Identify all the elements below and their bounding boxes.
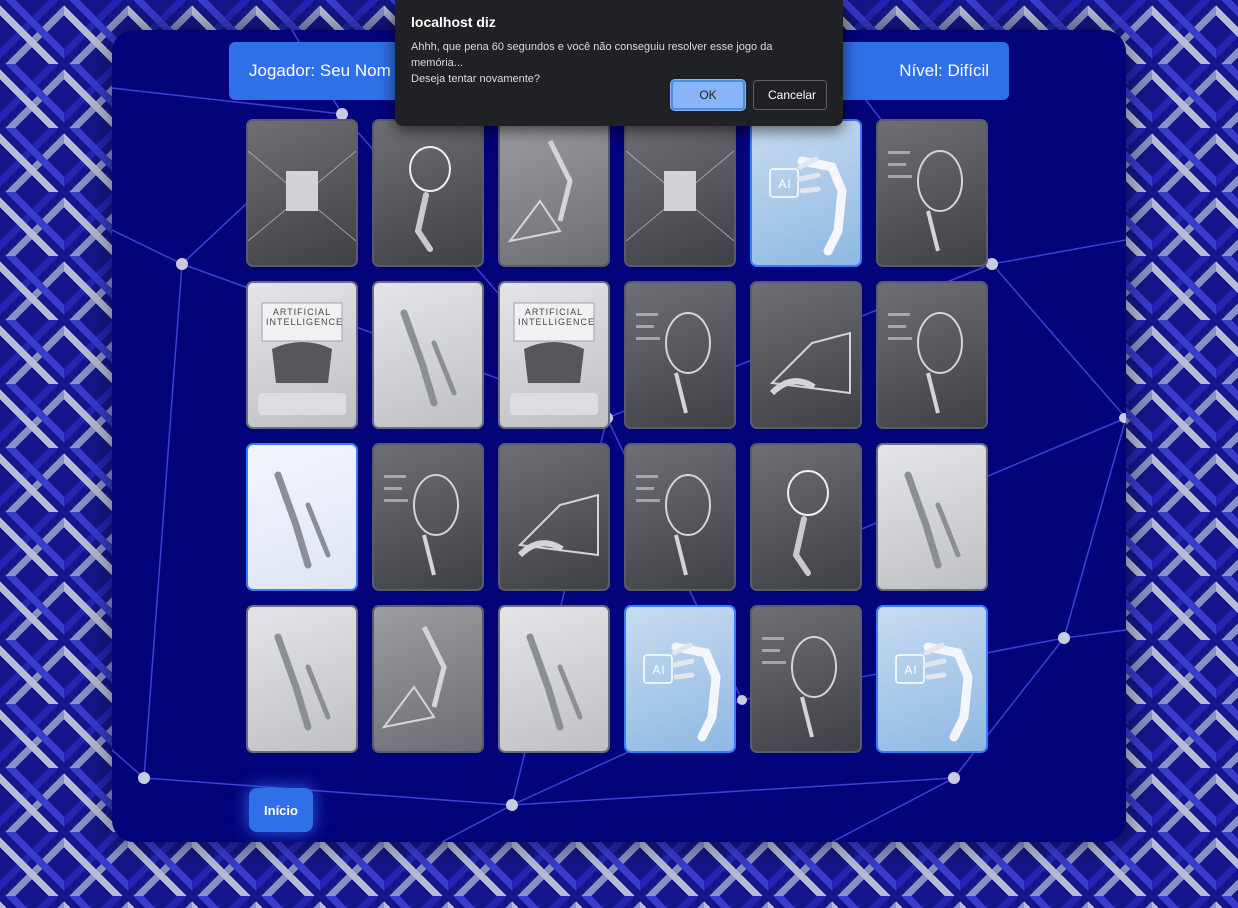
chip-city-icon [248,150,356,242]
memory-card[interactable] [876,119,988,267]
memory-card[interactable]: ARTIFICIAL INTELLIGENCE [246,281,358,429]
memory-card[interactable] [624,119,736,267]
ai-robot-hand-icon [895,642,973,742]
card-text: ARTIFICIAL INTELLIGENCE [518,307,596,327]
memory-card[interactable] [750,605,862,753]
android-dark-icon [888,312,963,414]
memory-card[interactable] [750,281,862,429]
dialog-actions: OK Cancelar [670,79,827,111]
robot-hand-brain-icon [409,146,451,252]
memory-card[interactable]: ARTIFICIAL INTELLIGENCE [498,281,610,429]
memory-card[interactable] [498,605,610,753]
memory-card[interactable]: AI [624,605,736,753]
memory-card[interactable] [498,443,610,591]
chip-city-icon [626,150,734,242]
memory-card-grid: AI ARTIFICIAL INTELLIGENCE ARTIFICIAL INTE… [246,119,988,753]
memory-card[interactable]: AI [750,119,862,267]
memory-card[interactable]: AI [876,605,988,753]
memory-card[interactable] [246,119,358,267]
memory-card[interactable] [624,281,736,429]
alert-dialog: localhost diz Ahhh, que pena 60 segundos… [395,0,843,126]
circuit-head-icon [384,474,459,576]
android-dark-icon [762,636,837,738]
robot-piano-icon [507,139,573,243]
cancel-button[interactable]: Cancelar [753,80,827,110]
memory-card[interactable] [876,281,988,429]
card-text: AI [652,663,666,677]
memory-card[interactable] [624,443,736,591]
typewriter-icon [258,302,346,415]
memory-card[interactable] [372,605,484,753]
player-name-label: Jogador: Seu Nom [249,61,391,80]
ai-robot-hand-icon [643,642,721,742]
memory-card[interactable] [246,443,358,591]
memory-card[interactable] [876,443,988,591]
dialog-title: localhost diz [411,14,496,30]
laptop-hands-icon [769,331,851,396]
robot-hand-phone-icon [400,309,457,407]
ai-robot-hand-icon [769,156,847,256]
memory-card[interactable] [498,119,610,267]
level-label: Nível: Difícil [899,61,989,80]
robot-piano-icon [381,625,447,729]
robot-finger-icon [274,471,331,569]
game-panel: Jogador: Seu Nom Nível: Difícil AI ARTIFI… [112,30,1126,842]
memory-card[interactable] [372,119,484,267]
laptop-hands-icon [517,493,599,558]
card-text: ARTIFICIAL INTELLIGENCE [266,307,344,327]
robot-hand-phone-icon [274,633,331,731]
robot-hand-brain-icon [787,470,829,576]
memory-card[interactable] [750,443,862,591]
android-face-icon [888,150,963,252]
dialog-message-line1: Ahhh, que pena 60 segundos e você não co… [411,41,773,69]
memory-card[interactable] [372,443,484,591]
robot-hand-table-icon [904,471,961,569]
card-text: AI [904,663,918,677]
ok-button[interactable]: OK [670,79,746,111]
start-button[interactable]: Início [249,788,313,832]
memory-card[interactable] [246,605,358,753]
circuit-head-icon [636,312,711,414]
robot-hand-table-icon [526,633,583,731]
card-text: AI [778,177,792,191]
android-face-icon [636,474,711,576]
memory-card[interactable] [372,281,484,429]
typewriter-icon [510,302,598,415]
